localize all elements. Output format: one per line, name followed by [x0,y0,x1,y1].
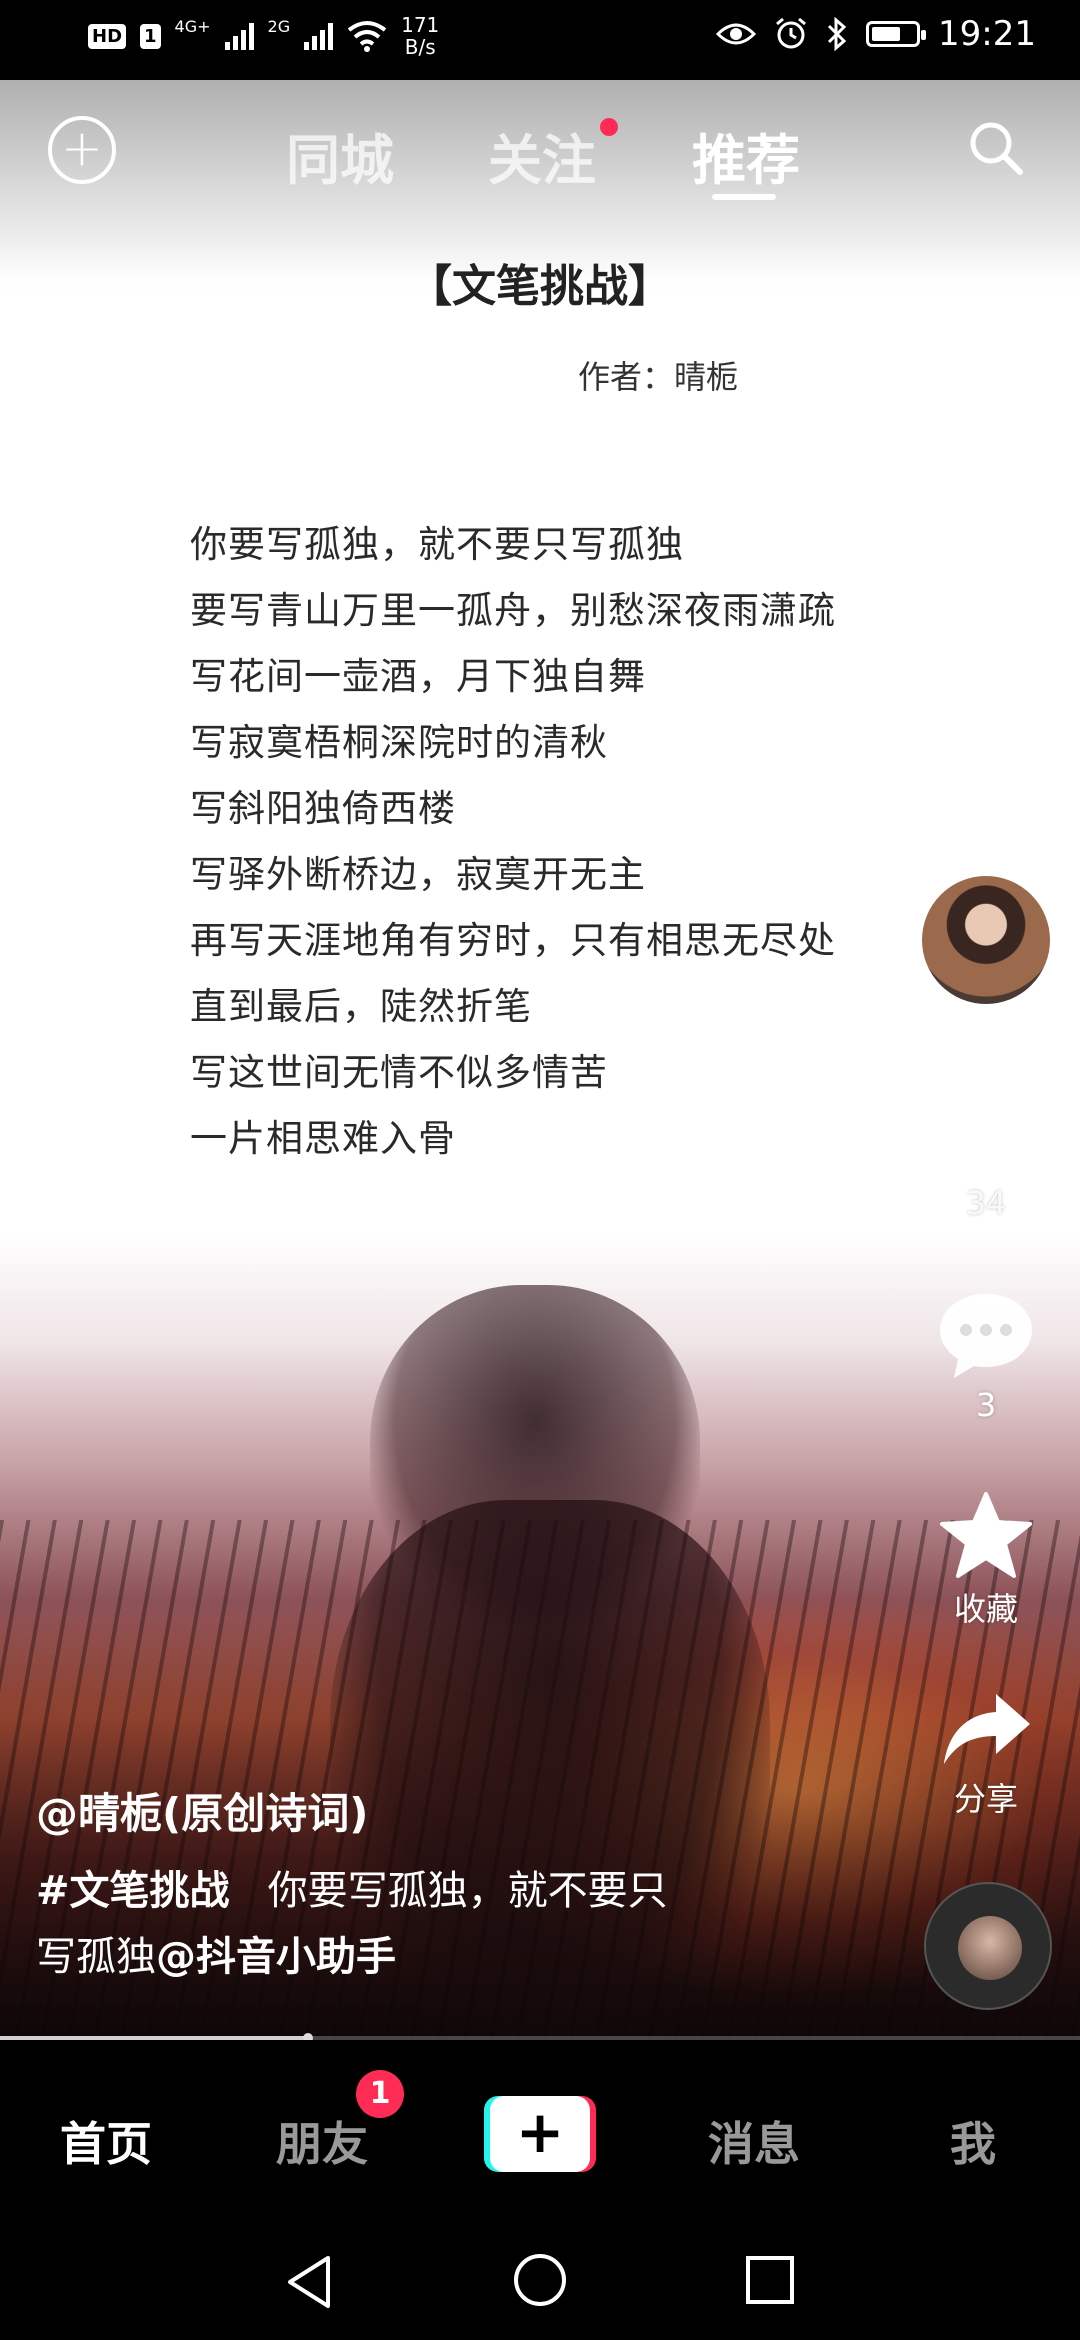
network-speed: 171 B/s [401,14,439,58]
comment-icon [940,1294,1032,1378]
tab-recommended[interactable]: 推荐 [692,116,800,195]
nav-messages[interactable]: 消息 [708,2108,800,2174]
battery-icon [866,21,927,47]
poem-author: 作者：晴栀 [578,358,739,396]
creator-avatar[interactable] [918,872,1054,1008]
poem-line: 直到最后，陡然折笔 [190,985,532,1028]
bottom-nav: 首页 朋友 1 + 消息 我 [0,2040,1080,2230]
favorite-label: 收藏 [953,1590,1018,1628]
friends-badge: 1 [356,2070,404,2118]
network-2-label: 2G [267,16,291,36]
poem-title: 【文笔挑战】 [408,261,672,312]
signal-2-icon [304,22,334,50]
poem-line: 你要写孤独，就不要只写孤独 [190,523,684,566]
add-live-button[interactable]: + [48,116,116,184]
video-caption: #文笔挑战 你要写孤独，就不要只 写孤独@抖音小助手 [36,1858,776,1990]
active-tab-indicator [712,194,776,200]
music-disc[interactable] [924,1882,1052,2010]
share-button[interactable]: 分享 [930,1690,1042,1820]
system-nav-bar [0,2230,1080,2340]
favorite-button[interactable]: 收藏 [930,1490,1042,1630]
search-icon[interactable] [966,118,1026,178]
share-label: 分享 [953,1780,1018,1818]
network-speed-value: 171 [401,13,440,37]
poem-line: 写寂寞梧桐深院时的清秋 [190,721,608,764]
mention-link[interactable]: @抖音小助手 [156,1934,396,1980]
eye-icon [716,23,757,45]
author-handle[interactable]: @晴栀(原创诗词) [36,1780,368,1841]
comment-button[interactable]: 3 [930,1290,1042,1424]
music-cover-image [958,1916,1022,1980]
nav-friends[interactable]: 朋友 [276,2108,368,2174]
caption-text-2: 写孤独 [36,1934,156,1980]
star-icon [940,1492,1032,1578]
poem-line: 一片相思难入骨 [190,1117,456,1160]
wifi-icon [347,21,387,52]
poem-line: 写这世间无情不似多情苦 [190,1051,608,1094]
poem-line: 写斜阳独倚西楼 [190,787,456,830]
like-button[interactable]: 34 [930,1088,1042,1222]
clock: 19:21 [938,14,1036,54]
poem-line: 写驿外断桥边，寂寞开无主 [190,853,646,896]
poem-line: 要写青山万里一孤舟，别愁深夜雨潇疏 [190,589,836,632]
plus-icon: + [61,119,103,177]
status-left: HD 1 4G+ 2G 171 B/s [88,14,439,58]
poem-line: 写花间一壶酒，月下独自舞 [190,655,646,698]
poem-body: 你要写孤独，就不要只写孤独 要写青山万里一孤舟，别愁深夜雨潇疏 写花间一壶酒，月… [190,512,950,1172]
tab-nearby[interactable]: 同城 [286,116,394,195]
hashtag-link[interactable]: #文笔挑战 [36,1868,230,1914]
network-1-label: 4G+ [174,16,211,36]
notification-dot [600,118,618,136]
share-arrow-icon [944,1694,1030,1764]
top-nav: + 同城 关注 推荐 [0,80,1080,220]
nav-home[interactable]: 首页 [60,2108,152,2174]
poem-line: 再写天涯地角有穷时，只有相思无尽处 [190,919,836,962]
network-speed-unit: B/s [404,35,436,59]
tab-following[interactable]: 关注 [488,116,596,195]
signal-1-icon [224,22,254,50]
create-button[interactable]: + [484,2096,596,2172]
recents-icon[interactable] [744,2254,796,2306]
hd-icon: HD [88,23,127,49]
back-icon[interactable] [284,2254,336,2310]
comment-count: 3 [975,1386,997,1424]
bluetooth-icon [827,17,847,51]
caption-text-1: 你要写孤独，就不要只 [267,1868,668,1914]
nav-me[interactable]: 我 [950,2108,996,2174]
alarm-icon [776,17,806,49]
status-bar: HD 1 4G+ 2G 171 B/s 19:21 [0,0,1080,80]
heart-icon [938,1090,1034,1176]
like-count: 34 [965,1184,1007,1222]
status-right: 19:21 [716,14,1036,54]
plus-icon: + [490,2096,590,2172]
sim-icon: 1 [140,23,161,49]
home-circle-icon[interactable] [512,2252,568,2308]
